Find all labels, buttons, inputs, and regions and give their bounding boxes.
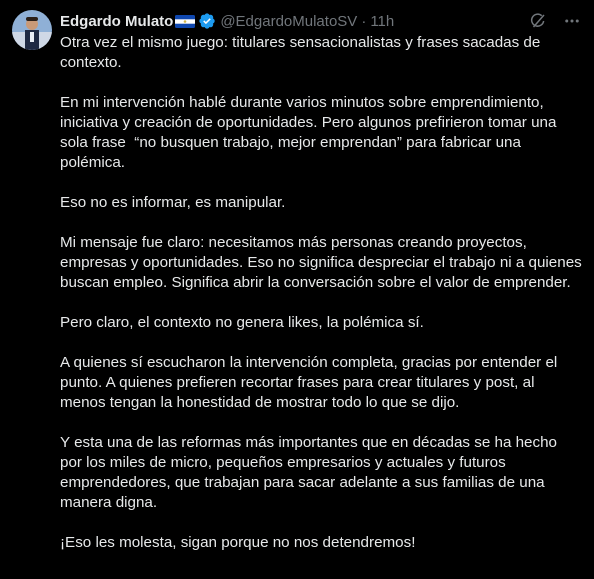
more-icon[interactable] <box>562 11 582 31</box>
verified-badge-icon <box>198 12 216 30</box>
tweet-header: Edgardo Mulato @EdgardoMulatoSV · 11h <box>60 10 582 32</box>
avatar-image <box>12 10 52 50</box>
separator: · <box>361 12 367 30</box>
handle[interactable]: @EdgardoMulatoSV <box>220 13 357 30</box>
tweet-paragraph: Eso no es informar, es manipular. <box>60 194 286 211</box>
el-salvador-flag-icon <box>175 14 196 28</box>
tweet-paragraph: A quienes sí escucharon la intervención … <box>60 354 562 411</box>
grok-icon[interactable] <box>528 11 548 31</box>
tweet-paragraph: Y esta una de las reformas más important… <box>60 434 562 511</box>
tweet-paragraph: En mi intervención hablé durante varios … <box>60 94 561 171</box>
tweet-paragraph: Pero claro, el contexto no genera likes,… <box>60 314 424 331</box>
tweet-text: Otra vez el mismo juego: titulares sensa… <box>60 33 582 573</box>
display-name[interactable]: Edgardo Mulato <box>60 13 173 30</box>
avatar[interactable] <box>12 10 52 50</box>
tweet: Edgardo Mulato @EdgardoMulatoSV · 11h Ot… <box>0 0 594 579</box>
tweet-paragraph: Mi mensaje fue claro: necesitamos más pe… <box>60 234 586 291</box>
tweet-paragraph: Otra vez el mismo juego: titulares sensa… <box>60 34 545 71</box>
timestamp[interactable]: 11h <box>370 13 394 30</box>
tweet-paragraph: ¡Eso les molesta, sigan porque no nos de… <box>60 534 416 551</box>
header-actions <box>528 11 582 31</box>
